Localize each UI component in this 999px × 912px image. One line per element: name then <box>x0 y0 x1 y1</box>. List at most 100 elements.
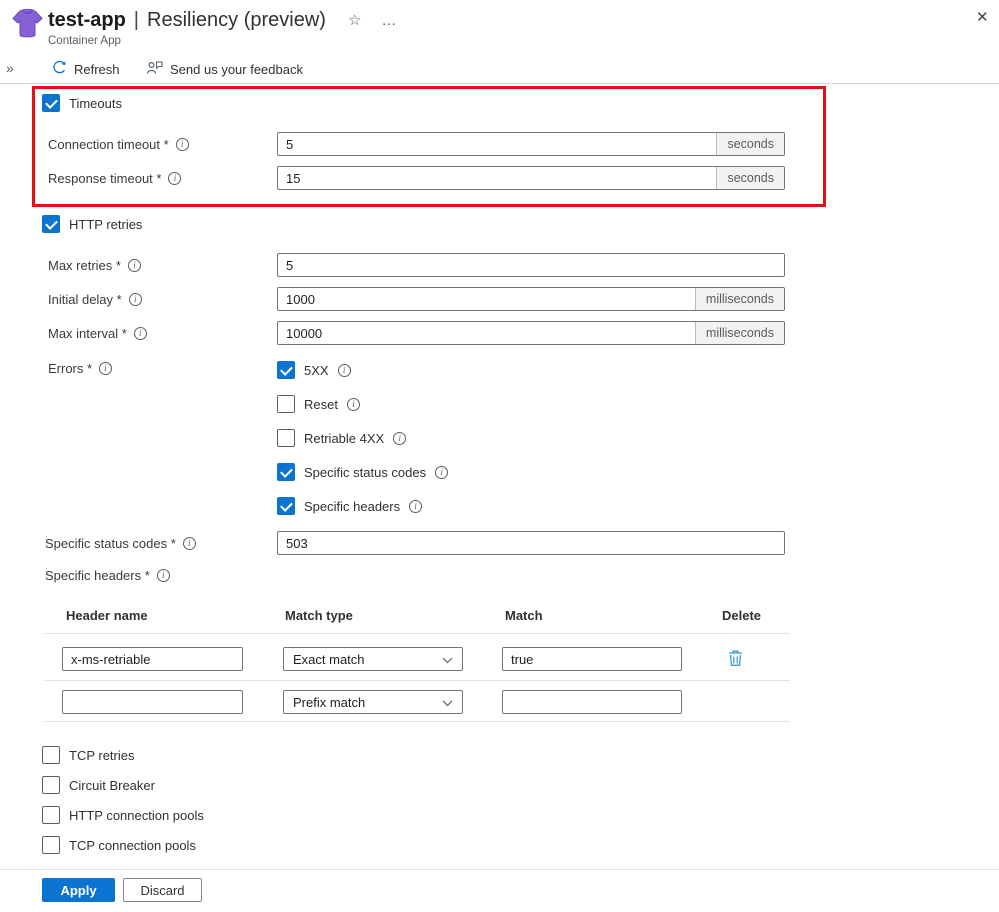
info-icon[interactable]: i <box>129 293 142 306</box>
refresh-icon <box>52 60 67 78</box>
table-row <box>62 647 243 671</box>
footer-divider <box>0 869 999 870</box>
collapse-menu-icon[interactable]: » <box>6 60 14 76</box>
column-delete: Delete <box>722 608 761 623</box>
match-type-value-row2: Prefix match <box>293 695 365 710</box>
initial-delay-input-group: milliseconds <box>277 287 785 311</box>
initial-delay-input[interactable] <box>278 288 695 310</box>
title-separator: | <box>134 9 139 32</box>
column-match: Match <box>505 608 543 623</box>
delete-row-button[interactable] <box>728 649 743 670</box>
max-retries-input[interactable] <box>278 254 784 276</box>
timeouts-section-toggle[interactable]: Timeouts <box>42 94 122 112</box>
specific-headers-field-label: Specific headers * i <box>45 566 170 584</box>
connection-timeout-unit: seconds <box>716 133 784 155</box>
specific-headers-option-label: Specific headers <box>304 499 400 514</box>
chevron-down-icon <box>442 652 453 667</box>
info-icon[interactable]: i <box>176 138 189 151</box>
max-retries-label: Max retries * <box>48 258 121 273</box>
table-row <box>502 690 682 714</box>
max-interval-field-label: Max interval * i <box>48 321 147 345</box>
specific-status-codes-option-label: Specific status codes <box>304 465 426 480</box>
close-icon[interactable]: ✕ <box>976 8 989 26</box>
initial-delay-label: Initial delay * <box>48 292 122 307</box>
feedback-button[interactable]: Send us your feedback <box>146 60 303 78</box>
http-connection-pools-section-toggle[interactable]: HTTP connection pools <box>42 806 204 824</box>
http-retries-checkbox[interactable] <box>42 215 60 233</box>
tcp-connection-pools-checkbox[interactable] <box>42 836 60 854</box>
info-icon[interactable]: i <box>134 327 147 340</box>
column-match-type: Match type <box>285 608 353 623</box>
5xx-checkbox[interactable] <box>277 361 295 379</box>
column-header-name: Header name <box>66 608 148 623</box>
error-option-reset[interactable]: Reset i <box>277 395 360 413</box>
info-icon[interactable]: i <box>99 362 112 375</box>
specific-status-codes-input-group <box>277 531 785 555</box>
header-name-input-row1[interactable] <box>63 648 242 670</box>
circuit-breaker-checkbox[interactable] <box>42 776 60 794</box>
connection-timeout-input[interactable] <box>278 133 716 155</box>
resource-name: test-app <box>48 9 126 32</box>
initial-delay-unit: milliseconds <box>695 288 784 310</box>
match-type-select-row2[interactable]: Prefix match <box>283 690 463 714</box>
info-icon[interactable]: i <box>168 172 181 185</box>
info-icon[interactable]: i <box>393 432 406 445</box>
error-option-retriable-4xx[interactable]: Retriable 4XX i <box>277 429 406 447</box>
container-app-icon <box>11 8 44 44</box>
response-timeout-field-label: Response timeout * i <box>48 166 181 190</box>
info-icon[interactable]: i <box>347 398 360 411</box>
info-icon[interactable]: i <box>409 500 422 513</box>
table-row <box>62 690 243 714</box>
header-name-input-row2[interactable] <box>63 691 242 713</box>
blade-name: Resiliency (preview) <box>147 9 326 32</box>
info-icon[interactable]: i <box>183 537 196 550</box>
info-icon[interactable]: i <box>157 569 170 582</box>
http-retries-section-toggle[interactable]: HTTP retries <box>42 215 142 233</box>
info-icon[interactable]: i <box>128 259 141 272</box>
feedback-label: Send us your feedback <box>170 62 303 77</box>
tcp-retries-section-toggle[interactable]: TCP retries <box>42 746 135 764</box>
match-type-value-row1: Exact match <box>293 652 365 667</box>
refresh-label: Refresh <box>74 62 120 77</box>
favorite-star-icon[interactable]: ☆ <box>348 11 361 29</box>
max-interval-input[interactable] <box>278 322 695 344</box>
specific-headers-label: Specific headers * <box>45 568 150 583</box>
discard-button[interactable]: Discard <box>123 878 202 902</box>
table-divider <box>45 721 790 722</box>
circuit-breaker-section-toggle[interactable]: Circuit Breaker <box>42 776 155 794</box>
connection-timeout-label: Connection timeout * <box>48 137 169 152</box>
apply-button[interactable]: Apply <box>42 878 115 902</box>
timeouts-label: Timeouts <box>69 96 122 111</box>
table-divider <box>45 680 790 681</box>
response-timeout-input[interactable] <box>278 167 716 189</box>
tcp-connection-pools-section-toggle[interactable]: TCP connection pools <box>42 836 196 854</box>
feedback-icon <box>146 60 163 78</box>
more-actions-icon[interactable]: … <box>381 12 397 29</box>
specific-status-codes-input[interactable] <box>278 532 784 554</box>
initial-delay-field-label: Initial delay * i <box>48 287 142 311</box>
info-icon[interactable]: i <box>435 466 448 479</box>
connection-timeout-input-group: seconds <box>277 132 785 156</box>
trash-icon <box>728 655 743 670</box>
http-connection-pools-checkbox[interactable] <box>42 806 60 824</box>
match-type-select-row1[interactable]: Exact match <box>283 647 463 671</box>
table-divider <box>45 633 790 634</box>
circuit-breaker-label: Circuit Breaker <box>69 778 155 793</box>
error-option-specific-status-codes[interactable]: Specific status codes i <box>277 463 448 481</box>
match-value-input-row2[interactable] <box>503 691 681 713</box>
refresh-button[interactable]: Refresh <box>52 60 120 78</box>
specific-status-codes-checkbox[interactable] <box>277 463 295 481</box>
timeouts-checkbox[interactable] <box>42 94 60 112</box>
max-retries-field-label: Max retries * i <box>48 253 141 277</box>
tcp-retries-checkbox[interactable] <box>42 746 60 764</box>
specific-status-codes-label: Specific status codes * <box>45 536 176 551</box>
retriable-4xx-checkbox[interactable] <box>277 429 295 447</box>
error-option-specific-headers[interactable]: Specific headers i <box>277 497 422 515</box>
reset-checkbox[interactable] <box>277 395 295 413</box>
error-option-5xx[interactable]: 5XX i <box>277 361 351 379</box>
match-value-input-row1[interactable] <box>503 648 681 670</box>
specific-headers-checkbox[interactable] <box>277 497 295 515</box>
specific-status-codes-field-label: Specific status codes * i <box>45 531 196 555</box>
resiliency-blade: test-app | Resiliency (preview) ☆ … Cont… <box>0 0 999 912</box>
info-icon[interactable]: i <box>338 364 351 377</box>
